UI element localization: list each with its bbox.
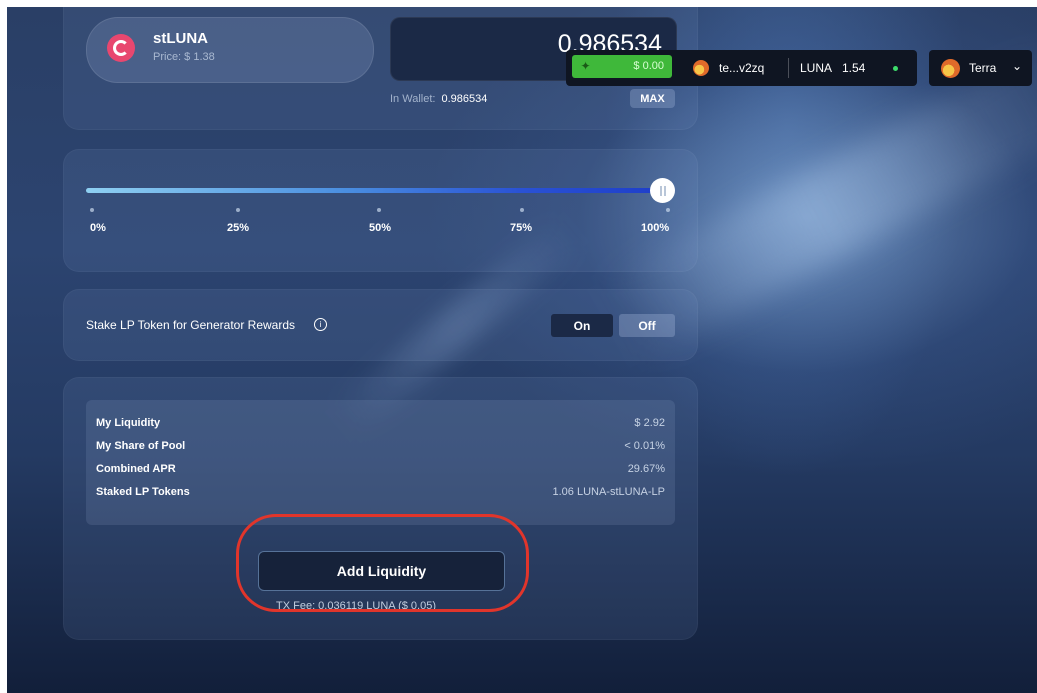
- sparkle-icon: ✦: [580, 59, 591, 73]
- wallet-balance-value: 0.986534: [441, 93, 488, 105]
- network-selector[interactable]: Terra ⌄: [929, 50, 1032, 86]
- slider-tick-25[interactable]: 25%: [227, 222, 249, 234]
- stake-lp-label: Stake LP Token for Generator Rewards: [86, 318, 296, 332]
- token-price: Price: $ 1.38: [153, 51, 215, 63]
- info-row-staked-lp: Staked LP Tokens 1.06 LUNA-stLUNA-LP: [96, 486, 665, 502]
- slider-tick-0[interactable]: 0%: [90, 222, 106, 234]
- slider-tick-75[interactable]: 75%: [510, 222, 532, 234]
- info-label: My Share of Pool: [96, 440, 186, 452]
- status-dot: [893, 66, 898, 71]
- info-row-my-liquidity: My Liquidity $ 2.92: [96, 417, 665, 433]
- balance-value: $ 0.00: [633, 60, 664, 72]
- highlight-annotation: [236, 514, 529, 612]
- luna-balance: 1.54: [842, 61, 866, 75]
- network-label: Terra: [969, 61, 997, 75]
- chevron-down-icon: ⌄: [1012, 59, 1023, 73]
- terra-network-icon: [941, 59, 960, 78]
- token-selector[interactable]: stLUNA Price: $ 1.38: [86, 17, 374, 83]
- max-button[interactable]: MAX: [630, 89, 675, 108]
- slider-tick-100[interactable]: 100%: [641, 222, 669, 234]
- wallet-bar[interactable]: ✦ $ 0.00 te...v2zq LUNA 1.54: [566, 50, 917, 86]
- divider: [788, 58, 789, 78]
- slider-tick-dot: [666, 208, 670, 212]
- wallet-balance: In Wallet: 0.986534: [390, 93, 487, 105]
- info-icon[interactable]: i: [314, 318, 327, 331]
- balance-pill[interactable]: ✦ $ 0.00: [572, 55, 672, 78]
- info-label: Combined APR: [96, 463, 176, 475]
- app-screen: stLUNA Price: $ 1.38 0.986534 In Wallet:…: [7, 7, 1037, 693]
- info-value: 29.67%: [627, 463, 665, 475]
- info-row-share-of-pool: My Share of Pool < 0.01%: [96, 440, 665, 456]
- info-value: 1.06 LUNA-stLUNA-LP: [552, 486, 666, 498]
- slider-tick-dot: [520, 208, 524, 212]
- liquidity-info-box: My Liquidity $ 2.92 My Share of Pool < 0…: [86, 400, 675, 525]
- wallet-fox-icon: [693, 60, 709, 76]
- info-row-combined-apr: Combined APR 29.67%: [96, 463, 665, 479]
- info-label: My Liquidity: [96, 417, 161, 429]
- slider-tick-50[interactable]: 50%: [369, 222, 391, 234]
- slider-tick-dot: [236, 208, 240, 212]
- slider-handle[interactable]: [650, 178, 675, 203]
- wallet-address: te...v2zq: [719, 61, 765, 75]
- slider-tick-dot: [377, 208, 381, 212]
- token-name: stLUNA: [153, 30, 208, 47]
- info-value: $ 2.92: [634, 417, 665, 429]
- wallet-balance-label: In Wallet:: [390, 93, 436, 105]
- stake-off-button[interactable]: Off: [619, 314, 675, 337]
- info-value: < 0.01%: [624, 440, 665, 452]
- percentage-slider-track[interactable]: [86, 188, 664, 193]
- luna-label: LUNA: [800, 61, 833, 75]
- info-label: Staked LP Tokens: [96, 486, 190, 498]
- slider-tick-dot: [90, 208, 94, 212]
- stake-on-button[interactable]: On: [551, 314, 613, 337]
- stluna-logo-icon: [107, 34, 135, 62]
